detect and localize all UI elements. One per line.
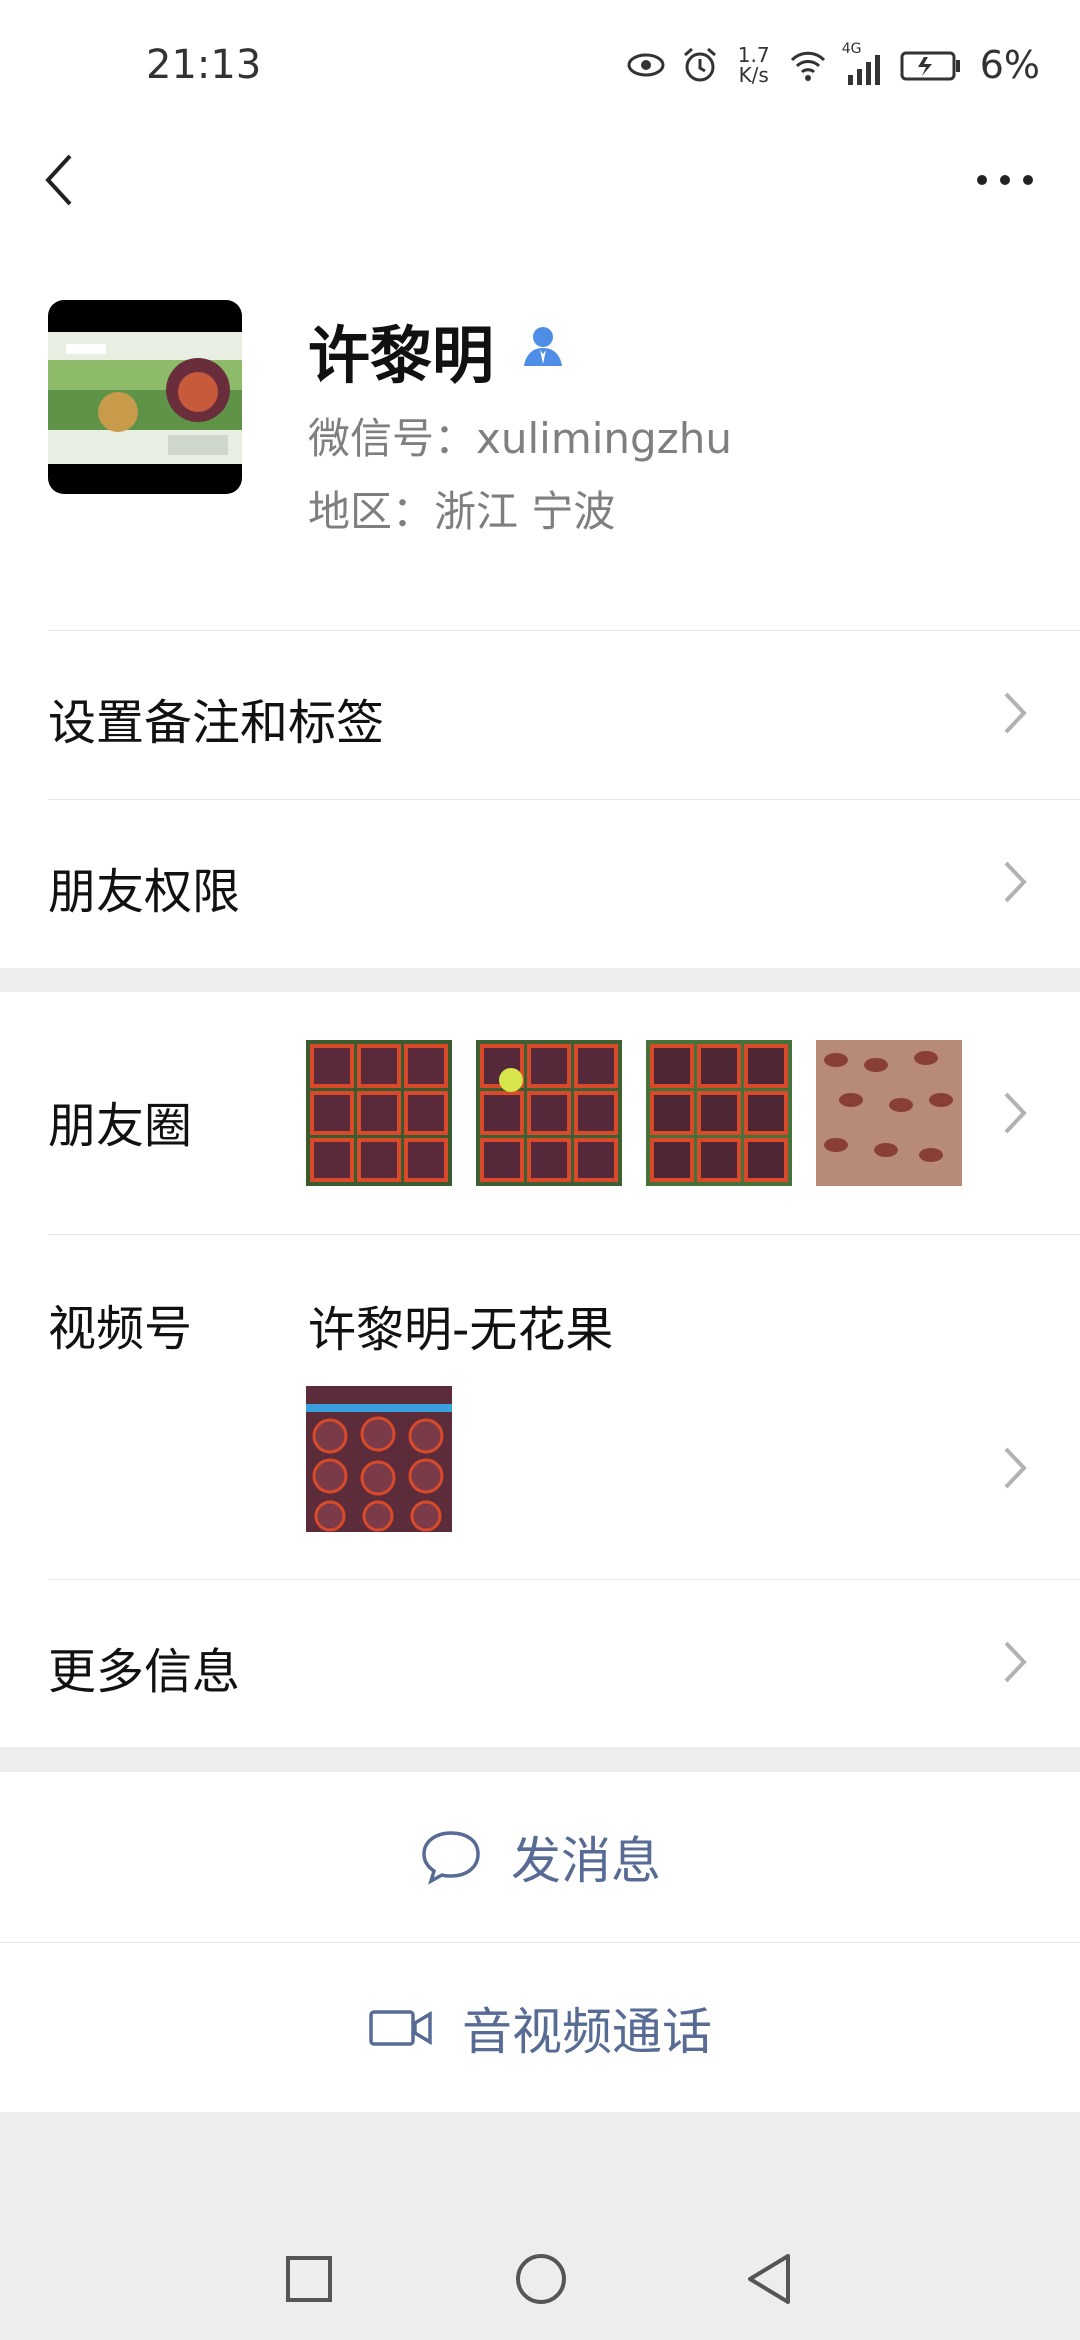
battery-icon (900, 51, 960, 81)
friend-permissions-label: 朋友权限 (48, 864, 241, 920)
net-speed-unit: K/s (738, 63, 769, 87)
back-icon[interactable] (36, 150, 86, 210)
moments-row[interactable]: 朋友圈 (0, 992, 1080, 1234)
top-nav (0, 130, 1080, 260)
region: 地区：浙江 宁波 (308, 487, 616, 536)
moments-label: 朋友圈 (48, 1098, 193, 1154)
channels-label: 视频号 (48, 1301, 193, 1357)
channels-row[interactable]: 视频号 (0, 1235, 1080, 1579)
video-camera-icon (369, 2009, 432, 2046)
chevron-right-icon (1004, 1447, 1027, 1489)
net-speed-value: 1.7 (737, 43, 770, 67)
remark-tags-label: 设置备注和标签 (48, 695, 385, 751)
signal-icon: 4G (842, 41, 886, 85)
moments-photo (646, 1040, 792, 1186)
more-info-row[interactable]: 更多信息 (0, 1580, 1080, 1746)
profile-name: 许黎明 (308, 319, 495, 392)
send-message-button[interactable]: 发消息 (0, 1772, 1080, 1942)
eye-icon (627, 53, 665, 77)
chevron-right-icon (1004, 692, 1027, 734)
net-speed: 1.7 K/s (734, 45, 774, 85)
more-options-icon[interactable] (970, 150, 1040, 210)
friend-permissions-row[interactable]: 朋友权限 (0, 800, 1080, 968)
back-nav-icon[interactable] (744, 2252, 794, 2306)
chevron-right-icon (1004, 861, 1027, 903)
system-nav-bar (0, 2200, 1080, 2340)
moments-photo (476, 1040, 622, 1186)
wifi-icon (790, 51, 825, 81)
home-icon[interactable] (514, 2252, 568, 2306)
chat-bubble-icon (422, 1831, 480, 1885)
recent-apps-icon[interactable] (284, 2254, 334, 2304)
avatar[interactable] (48, 300, 242, 494)
send-message-label: 发消息 (511, 1832, 661, 1890)
more-info-label: 更多信息 (48, 1644, 241, 1700)
status-time: 21:13 (146, 42, 262, 88)
video-call-label: 音视频通话 (462, 2002, 712, 2061)
status-icons: 1.7 K/s 4G 6% (626, 40, 1040, 90)
chevron-right-icon (1004, 1092, 1027, 1134)
chevron-right-icon (1004, 1641, 1027, 1683)
battery-percentage: 6% (979, 43, 1040, 87)
remark-tags-row[interactable]: 设置备注和标签 (0, 631, 1080, 799)
alarm-icon (683, 47, 716, 82)
moments-photo (306, 1040, 452, 1186)
moments-photo (816, 1040, 962, 1186)
channel-name: 许黎明-无花果 (308, 1302, 614, 1358)
wechat-id: 微信号：xulimingzhu (308, 414, 732, 463)
channel-video-thumbnail[interactable] (306, 1386, 452, 1532)
person-icon (524, 327, 562, 366)
video-call-button[interactable]: 音视频通话 (0, 1943, 1080, 2112)
